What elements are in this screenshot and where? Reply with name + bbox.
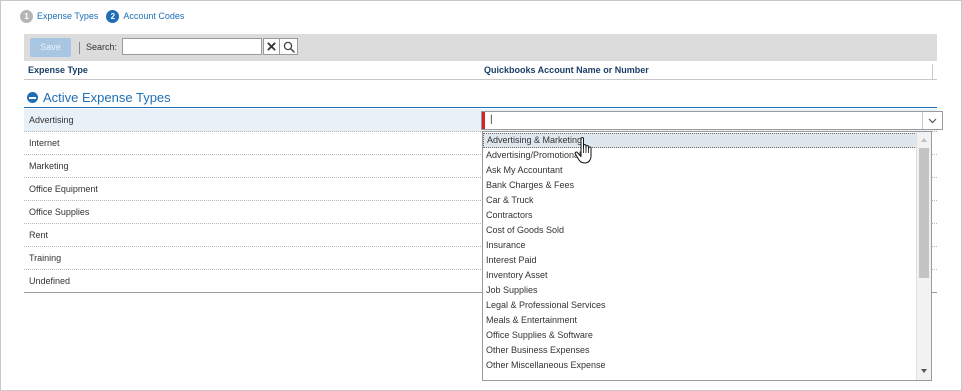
clear-search-button[interactable]: [263, 38, 280, 55]
dropdown-option[interactable]: Legal & Professional Services: [483, 298, 917, 313]
step-number: 2: [106, 9, 120, 23]
dropdown-option[interactable]: Cost of Goods Sold: [483, 223, 917, 238]
wizard-steps: 1 Expense Types 2 Account Codes: [20, 9, 192, 23]
expense-type-label: Advertising: [29, 115, 74, 125]
close-icon: [267, 42, 276, 51]
dropdown-option[interactable]: Advertising/Promotional: [483, 148, 917, 163]
dropdown-option[interactable]: Car & Truck: [483, 193, 917, 208]
search-input[interactable]: [122, 38, 262, 55]
chevron-down-icon: [928, 118, 937, 123]
column-header-expense-type[interactable]: Expense Type: [28, 65, 88, 75]
scroll-up-arrow-icon[interactable]: [921, 138, 927, 142]
dropdown-option[interactable]: Meals & Entertainment: [483, 313, 917, 328]
section-divider: [24, 107, 937, 108]
section-title: Active Expense Types: [43, 90, 171, 105]
dropdown-option[interactable]: Other Business Expenses: [483, 343, 917, 358]
combobox-toggle[interactable]: [922, 112, 942, 129]
expense-type-label: Marketing: [29, 161, 69, 171]
header-divider: [24, 79, 937, 80]
hand-cursor-icon: [574, 137, 592, 164]
search-button[interactable]: [280, 38, 298, 55]
dropdown-scrollbar[interactable]: [916, 132, 931, 380]
search-icon: [283, 41, 295, 53]
column-divider: [932, 64, 933, 80]
toolbar: Save Search:: [24, 34, 937, 61]
toolbar-separator: [79, 42, 80, 54]
dropdown-option[interactable]: Ask My Accountant: [483, 163, 917, 178]
expense-type-label: Office Equipment: [29, 184, 98, 194]
account-combobox-value[interactable]: |: [490, 114, 493, 125]
required-indicator: [482, 112, 485, 129]
scroll-down-arrow-icon[interactable]: [921, 369, 927, 373]
column-header-account[interactable]: Quickbooks Account Name or Number: [484, 65, 649, 75]
collapse-minus-icon[interactable]: [27, 92, 38, 103]
section-header[interactable]: Active Expense Types: [27, 90, 171, 105]
step-label: Account Codes: [123, 11, 185, 21]
expense-type-label: Office Supplies: [29, 207, 90, 217]
scrollbar-thumb[interactable]: [919, 148, 929, 278]
dropdown-option[interactable]: Job Supplies: [483, 283, 917, 298]
step-expense-types[interactable]: 1 Expense Types: [20, 9, 99, 23]
dropdown-option[interactable]: Inventory Asset: [483, 268, 917, 283]
account-dropdown-list[interactable]: Advertising & Marketing Advertising/Prom…: [482, 131, 932, 381]
dropdown-option[interactable]: Contractors: [483, 208, 917, 223]
search-label: Search:: [86, 42, 118, 52]
dropdown-option-highlighted[interactable]: Advertising & Marketing: [483, 133, 917, 148]
dropdown-option[interactable]: Other Miscellaneous Expense: [483, 358, 917, 373]
account-combobox[interactable]: |: [481, 111, 943, 130]
expense-type-label: Rent: [29, 230, 49, 240]
step-number: 1: [20, 9, 33, 23]
dropdown-option[interactable]: Office Supplies & Software: [483, 328, 917, 343]
dropdown-option[interactable]: Interest Paid: [483, 253, 917, 268]
expense-type-label: Training: [29, 253, 62, 263]
dropdown-option[interactable]: Insurance: [483, 238, 917, 253]
expense-type-label: Undefined: [29, 276, 71, 286]
step-account-codes[interactable]: 2 Account Codes: [106, 9, 185, 23]
expense-type-label: Internet: [29, 138, 60, 148]
dropdown-option[interactable]: Bank Charges & Fees: [483, 178, 917, 193]
step-label: Expense Types: [37, 11, 99, 21]
save-button[interactable]: Save: [30, 38, 71, 57]
